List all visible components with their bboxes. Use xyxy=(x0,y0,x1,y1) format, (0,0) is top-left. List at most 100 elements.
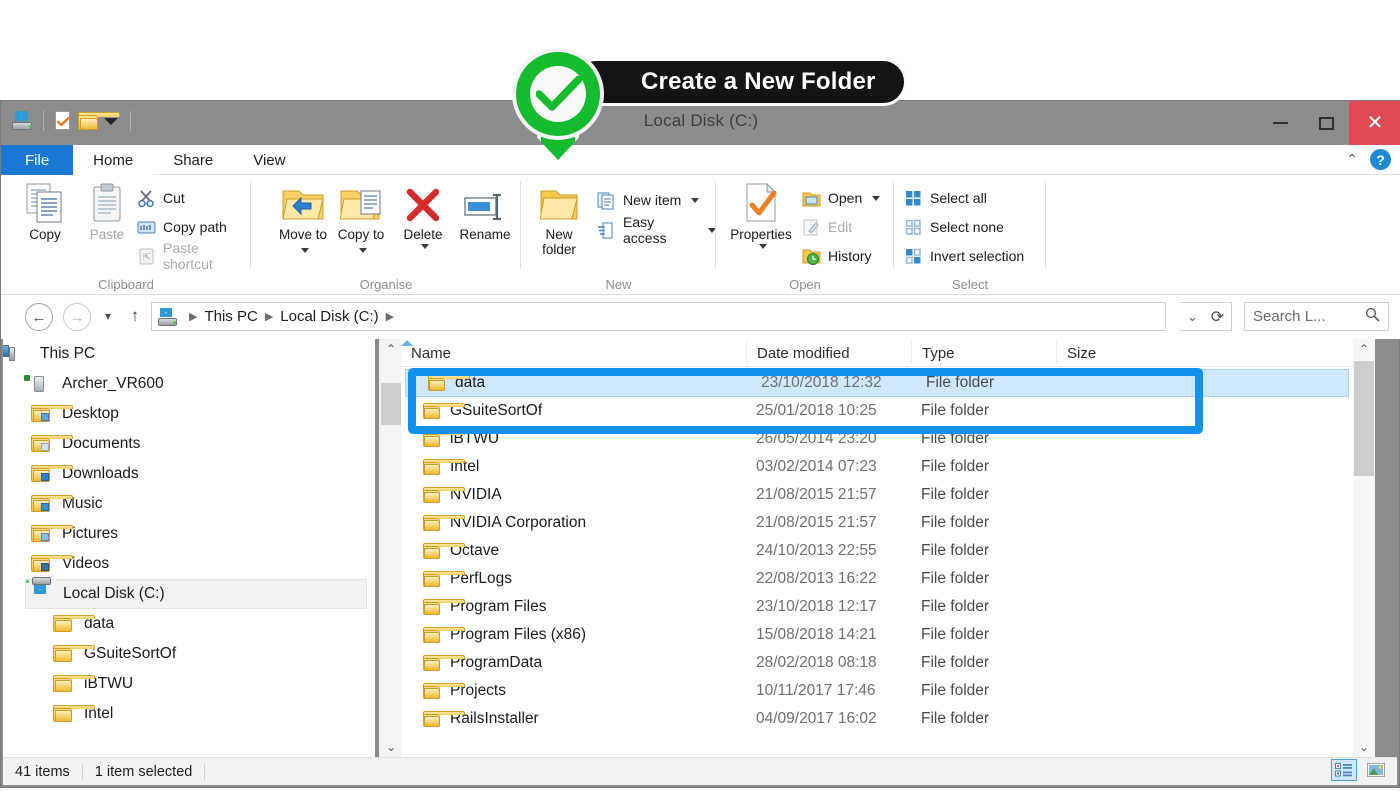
maximize-button[interactable] xyxy=(1303,101,1349,145)
up-arrow-icon[interactable]: ↑ xyxy=(125,306,145,326)
cut-button[interactable]: Cut xyxy=(137,185,185,211)
tab-home[interactable]: Home xyxy=(73,145,154,175)
delete-dropdown-icon[interactable] xyxy=(420,244,429,250)
folder-icon xyxy=(423,711,465,727)
nav-scroll-up-icon[interactable]: ⌃ xyxy=(380,339,402,359)
sidebar-item-intel[interactable]: Intel xyxy=(47,699,367,729)
copy-path-button[interactable]: Copy path xyxy=(137,214,227,240)
sidebar-item-ibtwu[interactable]: iBTWU xyxy=(47,669,367,699)
sidebar-item-archer-vr600[interactable]: Archer_VR600 xyxy=(24,369,367,399)
file-list-pane[interactable]: Name Date modified Type Size data 23/10/2… xyxy=(401,339,1353,757)
table-row[interactable]: PerfLogs 22/08/2013 16:22 File folder xyxy=(401,565,1353,593)
properties-icon xyxy=(726,181,796,223)
table-row[interactable]: NVIDIA 21/08/2015 21:57 File folder xyxy=(401,481,1353,509)
new-item-button[interactable]: New item xyxy=(597,187,700,213)
properties-dropdown-icon[interactable] xyxy=(758,244,767,250)
table-row[interactable]: RailsInstaller 04/09/2017 16:02 File folde… xyxy=(401,705,1353,733)
view-mode-buttons xyxy=(1331,759,1389,781)
large-icons-view-icon[interactable] xyxy=(1363,759,1389,781)
move-to-icon xyxy=(273,181,333,223)
sidebar-item-this-pc[interactable]: This PC xyxy=(3,339,367,369)
navigation-scrollbar[interactable]: ⌃ ⌄ xyxy=(379,339,401,757)
easy-access-button[interactable]: Easy access xyxy=(597,214,716,246)
list-scroll-up-icon[interactable]: ⌃ xyxy=(1353,339,1375,359)
paste-button[interactable]: Paste xyxy=(77,181,137,242)
minimize-button[interactable] xyxy=(1257,101,1303,145)
move-to-dropdown-icon[interactable] xyxy=(300,248,309,254)
sidebar-item-local-disk-c[interactable]: Local Disk (C:) xyxy=(25,576,367,609)
recent-locations-chevron-icon[interactable]: ▾ xyxy=(99,309,117,323)
sidebar-item-pictures[interactable]: Pictures xyxy=(25,519,367,549)
sidebar-item-videos[interactable]: Videos xyxy=(25,549,367,579)
search-input[interactable]: Search L... xyxy=(1244,302,1389,331)
help-question-icon[interactable]: ? xyxy=(1370,149,1391,170)
check-mark-icon xyxy=(536,76,582,111)
history-button[interactable]: History xyxy=(802,243,872,269)
breadcrumb-this-pc[interactable]: This PC xyxy=(204,308,257,325)
sidebar-item-data[interactable]: data xyxy=(47,609,367,639)
column-header-date[interactable]: Date modified xyxy=(746,339,911,367)
column-header-name[interactable]: Name xyxy=(401,339,746,367)
sidebar-item-gsuitesortof[interactable]: GSuiteSortOf xyxy=(47,639,367,669)
status-bar: 41 items 1 item selected xyxy=(3,757,1397,785)
table-row[interactable]: Program Files (x86) 15/08/2018 14:21 File … xyxy=(401,621,1353,649)
table-row[interactable]: GSuiteSortOf 25/01/2018 10:25 File folder xyxy=(401,397,1353,425)
copy-to-dropdown-icon[interactable] xyxy=(358,248,367,254)
forward-arrow-icon[interactable]: → xyxy=(63,303,91,331)
new-folder-button[interactable]: New folder xyxy=(529,181,589,257)
paste-shortcut-button[interactable]: ⇱ Paste shortcut xyxy=(137,240,251,272)
file-type-cell: File folder xyxy=(921,654,990,671)
select-all-button[interactable]: Select all xyxy=(904,185,987,211)
table-row[interactable]: iBTWU 26/05/2014 23:20 File folder xyxy=(401,425,1353,453)
column-header-size[interactable]: Size xyxy=(1056,339,1186,367)
paste-shortcut-icon: ⇱ xyxy=(137,247,156,266)
table-row[interactable]: Projects 10/11/2017 17:46 File folder xyxy=(401,677,1353,705)
sidebar-item-music[interactable]: Music xyxy=(25,489,367,519)
table-row[interactable]: NVIDIA Corporation 21/08/2015 21:57 File f… xyxy=(401,509,1353,537)
table-row[interactable]: ProgramData 28/02/2018 08:18 File folder xyxy=(401,649,1353,677)
new-item-dropdown-icon[interactable] xyxy=(691,197,700,203)
move-to-button[interactable]: Move to xyxy=(273,181,333,257)
file-date-cell: 21/08/2015 21:57 xyxy=(756,514,877,531)
breadcrumb-separator-2[interactable]: ▶ xyxy=(386,310,394,323)
sidebar-item-documents[interactable]: Documents xyxy=(25,429,367,459)
table-row[interactable]: Octave 24/10/2013 22:55 File folder xyxy=(401,537,1353,565)
properties-button[interactable]: Properties xyxy=(726,181,796,250)
close-button[interactable]: ✕ xyxy=(1349,101,1400,145)
file-list-scrollbar[interactable]: ⌃ ⌄ xyxy=(1353,339,1375,757)
tab-file[interactable]: File xyxy=(1,145,74,175)
tab-view[interactable]: View xyxy=(233,145,305,175)
rename-button[interactable]: Rename xyxy=(455,181,515,242)
open-button[interactable]: Open xyxy=(802,185,881,211)
delete-button[interactable]: Delete xyxy=(393,181,453,250)
sidebar-item-downloads[interactable]: Downloads xyxy=(25,459,367,489)
copy-to-button[interactable]: Copy to xyxy=(331,181,391,257)
table-row[interactable]: data 23/10/2018 12:32 File folder xyxy=(405,369,1349,397)
refresh-icon[interactable]: ⟳ xyxy=(1204,302,1232,331)
navigation-pane[interactable]: This PC Archer_VR600 Desktop Documents Downl… xyxy=(3,339,375,757)
column-header-type[interactable]: Type xyxy=(911,339,1056,367)
list-scroll-down-icon[interactable]: ⌄ xyxy=(1353,737,1375,757)
address-dropdown-icon[interactable]: ⌄ xyxy=(1180,302,1206,331)
sidebar-item-desktop[interactable]: Desktop xyxy=(25,399,367,429)
details-view-icon[interactable] xyxy=(1331,759,1357,781)
back-arrow-icon[interactable]: ← xyxy=(25,303,53,331)
nav-scroll-down-icon[interactable]: ⌄ xyxy=(380,737,402,757)
cut-label: Cut xyxy=(163,190,185,206)
table-row[interactable]: Program Files 23/10/2018 12:17 File folder xyxy=(401,593,1353,621)
list-scroll-thumb[interactable] xyxy=(1354,361,1374,476)
move-to-label-wrap: Move to xyxy=(279,227,327,257)
invert-selection-button[interactable]: Invert selection xyxy=(904,243,1024,269)
select-none-button[interactable]: Select none xyxy=(904,214,1004,240)
address-path-field[interactable]: ▶ This PC ▶ Local Disk (C:) ▶ xyxy=(151,302,1166,331)
breadcrumb-local-disk[interactable]: Local Disk (C:) xyxy=(280,308,378,325)
table-row[interactable]: Intel 03/02/2014 07:23 File folder xyxy=(401,453,1353,481)
open-dropdown-icon[interactable] xyxy=(872,195,881,201)
file-name-text: NVIDIA Corporation xyxy=(450,514,587,531)
edit-button[interactable]: Edit xyxy=(802,214,852,240)
nav-scroll-thumb[interactable] xyxy=(381,383,401,425)
chevron-up-icon[interactable]: ⌃ xyxy=(1346,151,1358,168)
tab-share[interactable]: Share xyxy=(153,145,233,175)
copy-button[interactable]: Copy xyxy=(15,181,75,242)
desktop-folder-icon-wrap xyxy=(31,404,73,424)
